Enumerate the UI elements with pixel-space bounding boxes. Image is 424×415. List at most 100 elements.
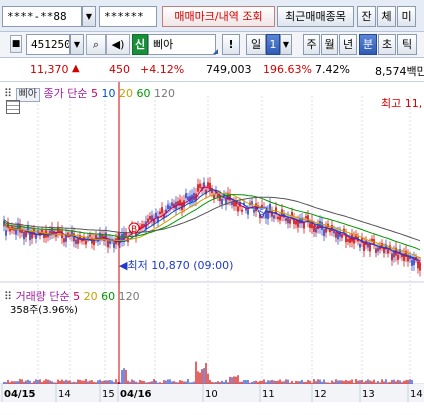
table-view-icon[interactable]: [6, 100, 20, 114]
search-icon[interactable]: ⌕: [86, 34, 106, 55]
volume-bar: [185, 381, 187, 384]
candle-body: [113, 242, 115, 248]
change-percent: +4.12%: [140, 63, 185, 76]
period-week-button[interactable]: 주: [303, 34, 320, 55]
volume-bar: [399, 380, 401, 384]
volume-bar: [235, 376, 237, 384]
volume-bar: [183, 381, 185, 384]
volume-bar: [25, 380, 27, 384]
volume-bar: [113, 382, 115, 384]
grid-dots-icon: ⠿: [4, 87, 13, 100]
password-field[interactable]: ******: [99, 6, 157, 27]
trade-marks-button[interactable]: 매매마크/내역 조회: [162, 6, 275, 27]
candle-body: [391, 253, 393, 261]
time-axis-label: 04/16: [120, 389, 152, 400]
recent-trades-button[interactable]: 최근매매종목: [277, 6, 354, 27]
volume-bar: [51, 381, 53, 384]
volume-bar: [307, 379, 309, 384]
candle-body: [221, 198, 223, 205]
account-field[interactable]: ****-**88: [2, 6, 82, 27]
volume-bar: [189, 382, 191, 384]
volume-bar: [191, 382, 193, 384]
speaker-icon[interactable]: ◀): [106, 34, 130, 55]
volume-bar: [411, 379, 413, 384]
candle-body: [209, 182, 211, 191]
price-info-bar: 11,370 ▲ 450 +4.12% 749,003 196.63% 7.42…: [0, 58, 424, 82]
volume-bar: [123, 368, 125, 384]
volume-bar: [45, 379, 47, 384]
volume-bar: [227, 382, 229, 384]
volume-bar: [101, 381, 103, 384]
corner-mark-icon: [213, 49, 218, 54]
volume-bar: [355, 379, 357, 384]
candle-body: [347, 239, 349, 242]
volume-bar: [65, 379, 67, 384]
symbol-toolbar: ■ 451250 ▼ ⌕ ◀) 신 삐아 ! 일 1 ▼ 주 월 년 분 초 틱: [0, 32, 424, 58]
volume-bar: [323, 379, 325, 384]
volume-bar: [201, 369, 203, 384]
volume-bar: [27, 379, 29, 384]
volume-bar: [229, 376, 231, 384]
volume-bar: [347, 380, 349, 384]
period-second-button[interactable]: 초: [378, 34, 396, 55]
volume-bar: [119, 382, 121, 384]
volume-bar: [127, 380, 129, 384]
time-axis-label: 13: [362, 389, 375, 400]
candle-body: [335, 232, 337, 238]
volume-bar: [337, 380, 339, 384]
volume-bar: [221, 380, 223, 384]
unfilled-button[interactable]: 미: [397, 6, 416, 27]
symbol-name-field[interactable]: 삐아: [148, 34, 216, 55]
volume-bar: [171, 381, 173, 384]
candle-body: [377, 247, 379, 252]
volume-bar: [313, 379, 315, 384]
candle-body: [417, 261, 419, 269]
volume-bar: [365, 380, 367, 384]
period-count-dropdown-icon[interactable]: ▼: [280, 34, 292, 55]
volume-bar: [107, 380, 109, 384]
price-panel-legend: ⠿ 삐아 종가 단순 5 10 20 60 120: [4, 85, 175, 102]
candle-body: [23, 231, 25, 240]
chart-area[interactable]: B S 04/15 14 15 04/16 10 11 12 13 14 ⠿ 삐아 종가 단순 5 …: [0, 82, 424, 415]
alert-button[interactable]: !: [222, 34, 240, 55]
candle-body: [411, 259, 413, 266]
volume-bar: [267, 380, 269, 384]
symbol-code-input[interactable]: 451250: [26, 34, 70, 55]
volume-bar: [211, 381, 213, 384]
period-tick-button[interactable]: 틱: [397, 34, 417, 55]
account-dropdown-icon[interactable]: ▼: [82, 6, 96, 27]
candle-body: [171, 202, 173, 207]
ma-indicator-name[interactable]: 종가 단순: [43, 87, 87, 100]
volume-bar: [249, 382, 251, 384]
volume-bar: [219, 382, 221, 384]
balance-button[interactable]: 잔: [357, 6, 376, 27]
volume-bar: [63, 381, 65, 384]
period-minute-button[interactable]: 분: [359, 34, 377, 55]
lock-icon[interactable]: ■: [10, 35, 22, 53]
volume-bar: [15, 381, 17, 384]
volume-bar: [401, 382, 403, 384]
volume-bar: [223, 382, 225, 384]
candle-body: [181, 202, 183, 211]
candle-body: [273, 215, 275, 219]
period-day-button[interactable]: 일: [246, 34, 266, 55]
volume-bar: [335, 379, 337, 384]
volume-bar: [195, 361, 197, 384]
volume-bar: [47, 379, 49, 384]
volume-bar: [289, 382, 291, 384]
period-count-field[interactable]: 1: [266, 34, 280, 55]
volume-bar: [129, 381, 131, 384]
period-year-button[interactable]: 년: [339, 34, 357, 55]
chart-canvas[interactable]: B S 04/15 14 15 04/16 10 11 12 13 14: [0, 82, 424, 415]
symbol-dropdown-icon[interactable]: ▼: [70, 34, 84, 55]
volume-bar: [253, 381, 255, 384]
candle-body: [41, 229, 43, 233]
volume-bar: [147, 382, 149, 384]
candle-body: [367, 244, 369, 248]
volume-bar: [303, 381, 305, 384]
volume-bar: [125, 369, 127, 384]
buy-marker-label: B: [131, 225, 137, 235]
fill-button[interactable]: 체: [377, 6, 396, 27]
period-month-button[interactable]: 월: [321, 34, 338, 55]
ma10-label: 10: [101, 87, 116, 100]
